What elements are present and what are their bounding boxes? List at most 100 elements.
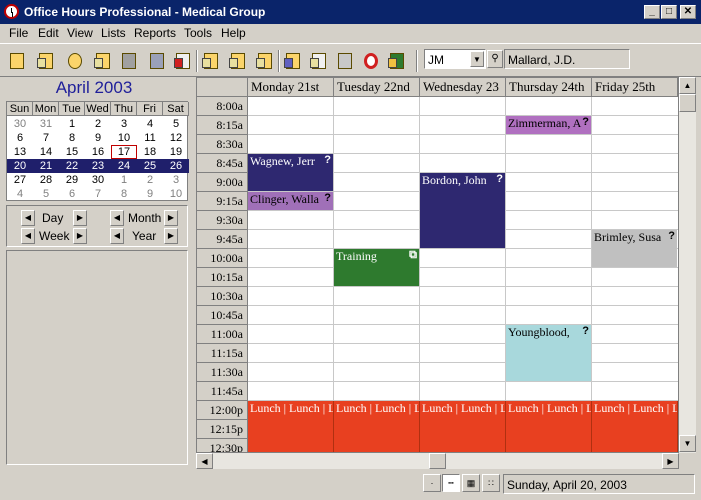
appointment-block[interactable]: Brimley, Susa? [592,230,677,267]
appointment-block[interactable]: Training ⧉ [334,249,419,286]
mini-cal-date[interactable]: 23 [85,159,111,173]
scroll-up-button[interactable]: ▲ [679,77,696,94]
maximize-button[interactable]: □ [661,5,677,19]
mini-cal-date[interactable]: 22 [59,159,85,173]
prev-month-button[interactable]: ◀ [110,210,124,226]
lunch-block[interactable]: Lunch | Lunch | Lunch [420,401,506,452]
mini-cal-date[interactable]: 8 [59,131,85,145]
vertical-scroll-thumb[interactable] [679,94,696,112]
mini-cal-date[interactable]: 15 [59,145,85,159]
question-mark-icon[interactable]: ? [496,173,503,185]
mini-cal-date[interactable]: 6 [7,131,33,145]
mini-cal-date[interactable]: 26 [163,159,189,173]
scroll-right-button[interactable]: ▶ [662,453,679,469]
mini-cal-date[interactable]: 31 [33,117,59,131]
scroll-left-button[interactable]: ◀ [196,453,213,469]
chevron-down-icon[interactable]: ▼ [470,51,484,67]
day-column-header[interactable]: Wednesday 23 [420,78,506,97]
mini-cal-date[interactable]: 4 [7,187,33,201]
mini-cal-date[interactable]: 3 [111,117,137,131]
next-week-button[interactable]: ▶ [73,228,87,244]
new-appointment-icon[interactable] [35,50,57,72]
menu-lists[interactable]: Lists [101,26,126,40]
day-view-icon[interactable]: · [423,474,441,492]
menu-reports[interactable]: Reports [134,26,176,40]
mini-cal-date[interactable]: 30 [7,117,33,131]
tools-icon[interactable] [254,50,276,72]
mini-cal-date[interactable]: 2 [85,117,111,131]
mini-cal-date[interactable]: 11 [137,131,163,145]
horizontal-scroll-thumb[interactable] [429,453,446,469]
search-icon[interactable]: ⚲ [487,50,503,68]
mini-cal-date[interactable]: 13 [7,145,33,159]
appointment-block[interactable]: Wagnew, Jerr? [248,154,333,191]
alarm-icon[interactable] [64,50,86,72]
vertical-scrollbar[interactable]: ▲ ▼ [679,77,696,453]
mini-cal-date[interactable]: 4 [137,117,163,131]
medical-record-icon[interactable] [172,50,194,72]
day-column-header[interactable]: Friday 25th [592,78,678,97]
mini-cal-date[interactable]: 14 [33,145,59,159]
mini-cal-date[interactable]: 30 [85,173,111,187]
year-view-icon[interactable]: ∷ [482,474,500,492]
mini-cal-date[interactable]: 1 [59,117,85,131]
question-mark-icon[interactable]: ? [582,116,589,128]
appointment-block[interactable]: Zimmerman, A? [506,116,591,134]
mini-cal-date[interactable]: 27 [7,173,33,187]
prev-week-button[interactable]: ◀ [21,228,35,244]
mini-cal-date[interactable]: 24 [111,159,137,173]
menu-tools[interactable]: Tools [184,26,212,40]
appointment-block[interactable]: Youngblood,? [506,325,591,381]
mini-cal-date[interactable]: 16 [85,145,111,159]
mini-cal-date[interactable]: 9 [137,187,163,201]
mini-cal-date[interactable]: 21 [33,159,59,173]
mini-cal-date[interactable]: 17 [111,145,137,159]
mini-cal-date[interactable]: 9 [85,131,111,145]
mini-cal-date[interactable]: 18 [137,145,163,159]
close-button[interactable]: ✕ [680,5,696,19]
mini-cal-date[interactable]: 5 [33,187,59,201]
mini-cal-date[interactable]: 2 [137,173,163,187]
exit-icon[interactable] [386,50,408,72]
notes-icon[interactable] [200,50,222,72]
question-mark-icon[interactable]: ? [324,154,331,166]
question-mark-icon[interactable]: ? [668,230,675,242]
lunch-block[interactable]: Lunch | Lunch | Lunch [334,401,420,452]
mini-cal-date[interactable]: 1 [111,173,137,187]
week-view-icon[interactable]: ┅ [442,474,460,492]
mini-cal-date[interactable]: 19 [163,145,189,159]
menu-file[interactable]: File [9,26,28,40]
books-icon[interactable] [146,50,168,72]
next-month-button[interactable]: ▶ [164,210,178,226]
mini-cal-date[interactable]: 5 [163,117,189,131]
lunch-block[interactable]: Lunch | Lunch | Lunch [248,401,334,452]
lunch-block[interactable]: Lunch | Lunch | Lunch [592,401,678,452]
menu-view[interactable]: View [67,26,93,40]
patient-icon[interactable] [118,50,140,72]
appointment-block[interactable]: Clinger, Walla? [248,192,333,210]
question-mark-icon[interactable]: ? [324,192,331,204]
minimize-button[interactable]: _ [644,5,660,19]
mini-cal-date[interactable]: 3 [163,173,189,187]
prev-day-button[interactable]: ◀ [21,210,35,226]
next-year-button[interactable]: ▶ [164,228,178,244]
mini-cal-date[interactable]: 6 [59,187,85,201]
menu-help[interactable]: Help [221,26,246,40]
day-column-header[interactable]: Tuesday 22nd [334,78,420,97]
prev-year-button[interactable]: ◀ [110,228,124,244]
mini-cal-date[interactable]: 25 [137,159,163,173]
scroll-down-button[interactable]: ▼ [679,435,696,452]
horizontal-scrollbar[interactable]: ◀ ▶ [196,453,679,469]
edit-icon[interactable] [227,50,249,72]
documents-icon[interactable] [308,50,330,72]
question-mark-icon[interactable]: ? [582,325,589,337]
mini-cal-date[interactable]: 28 [33,173,59,187]
reports-icon[interactable] [282,50,304,72]
help-icon[interactable] [360,50,382,72]
mini-cal-date[interactable]: 10 [111,131,137,145]
appointment-icon[interactable] [6,50,28,72]
next-day-button[interactable]: ▶ [73,210,87,226]
mini-cal-date[interactable]: 7 [33,131,59,145]
recurring-icon[interactable]: ⧉ [409,249,417,262]
month-view-icon[interactable]: ▦ [462,474,480,492]
